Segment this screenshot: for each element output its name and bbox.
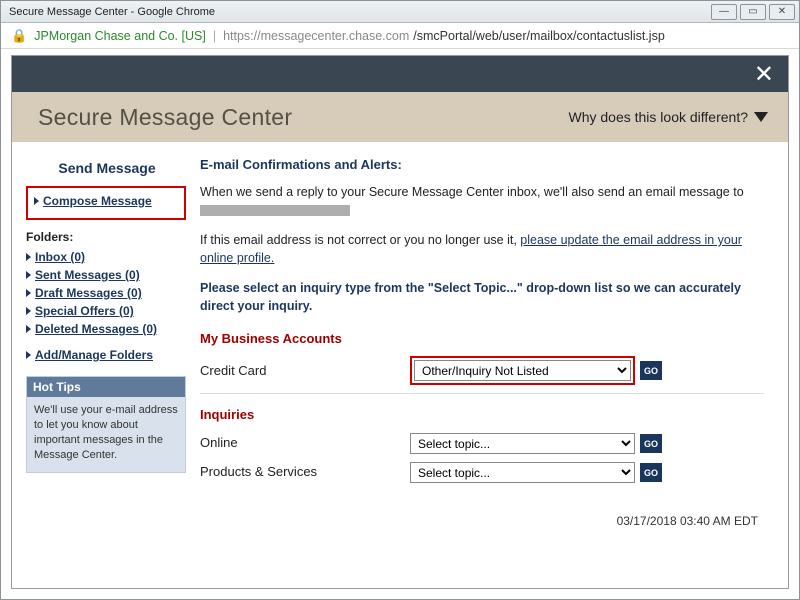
select-credit-card[interactable]: Other/Inquiry Not Listed <box>414 360 631 381</box>
hot-tips-box: Hot Tips We'll use your e-mail address t… <box>26 376 186 473</box>
why-different-link[interactable]: Why does this look different? <box>568 109 768 125</box>
maximize-button[interactable]: ▭ <box>740 4 766 20</box>
url-separator: | <box>213 29 216 43</box>
lock-icon: 🔒 <box>11 28 27 44</box>
divider <box>200 393 764 394</box>
caret-right-icon <box>26 271 31 279</box>
confirmations-heading: E-mail Confirmations and Alerts: <box>200 156 764 175</box>
page-header: Secure Message Center Why does this look… <box>12 92 788 142</box>
section-business-accounts: My Business Accounts <box>200 330 764 349</box>
minimize-button[interactable]: — <box>711 4 737 20</box>
select-products[interactable]: Select topic... <box>410 462 635 483</box>
dark-header-bar: ✕ <box>12 56 788 92</box>
caret-right-icon <box>26 253 31 261</box>
label-products: Products & Services <box>200 463 410 482</box>
go-button-products[interactable]: GO <box>640 463 662 482</box>
folder-inbox[interactable]: Inbox (0) <box>35 250 85 264</box>
row-credit-card: Credit Card Other/Inquiry Not Listed GO <box>200 356 764 385</box>
para-reply-info: When we send a reply to your Secure Mess… <box>200 183 764 219</box>
window-title: Secure Message Center - Google Chrome <box>9 6 215 18</box>
select-credit-card-wrap: Other/Inquiry Not Listed <box>410 356 635 385</box>
page-frame: ✕ Secure Message Center Why does this lo… <box>11 55 789 589</box>
chevron-down-icon <box>754 112 768 122</box>
address-bar[interactable]: 🔒 JPMorgan Chase and Co. [US] | https://… <box>1 23 799 49</box>
folder-drafts[interactable]: Draft Messages (0) <box>35 286 142 300</box>
para-update-email: If this email address is not correct or … <box>200 231 764 267</box>
add-manage-folders: Add/Manage Folders <box>26 348 186 362</box>
caret-right-icon <box>26 307 31 315</box>
caret-right-icon <box>26 289 31 297</box>
go-button-online[interactable]: GO <box>640 434 662 453</box>
url-path: /smcPortal/web/user/mailbox/contactuslis… <box>413 29 664 43</box>
para1-text: When we send a reply to your Secure Mess… <box>200 185 744 199</box>
browser-window: Secure Message Center - Google Chrome — … <box>0 0 800 600</box>
ev-org-label: JPMorgan Chase and Co. [US] <box>34 29 206 43</box>
hot-tips-body: We'll use your e-mail address to let you… <box>27 397 185 472</box>
titlebar: Secure Message Center - Google Chrome — … <box>1 1 799 23</box>
url-host: https://messagecenter.chase.com <box>223 29 409 43</box>
row-products: Products & Services Select topic... GO <box>200 462 764 483</box>
close-icon[interactable]: ✕ <box>754 60 774 89</box>
row-online: Online Select topic... GO <box>200 433 764 454</box>
para2-text: If this email address is not correct or … <box>200 233 520 247</box>
instruction-text: Please select an inquiry type from the "… <box>200 279 764 315</box>
folder-special[interactable]: Special Offers (0) <box>35 304 134 318</box>
go-button-credit-card[interactable]: GO <box>640 361 662 380</box>
close-window-button[interactable]: ✕ <box>769 4 795 20</box>
label-online: Online <box>200 434 410 453</box>
add-manage-link[interactable]: Add/Manage Folders <box>35 348 153 362</box>
caret-right-icon <box>26 325 31 333</box>
select-online[interactable]: Select topic... <box>410 433 635 454</box>
compose-message-link[interactable]: Compose Message <box>43 194 152 208</box>
folder-deleted[interactable]: Deleted Messages (0) <box>35 322 157 336</box>
section-inquiries: Inquiries <box>200 406 764 425</box>
folder-list: Inbox (0) Sent Messages (0) Draft Messag… <box>26 250 186 336</box>
redacted-email <box>200 205 350 216</box>
folders-label: Folders: <box>26 230 186 244</box>
select-products-wrap: Select topic... <box>410 462 635 483</box>
page-title: Secure Message Center <box>38 104 292 131</box>
why-different-label: Why does this look different? <box>568 109 748 125</box>
select-online-wrap: Select topic... <box>410 433 635 454</box>
sidebar: Send Message Compose Message Folders: In… <box>26 156 186 578</box>
hot-tips-header: Hot Tips <box>27 377 185 397</box>
main-content: E-mail Confirmations and Alerts: When we… <box>200 156 764 578</box>
caret-right-icon <box>26 351 31 359</box>
folder-sent[interactable]: Sent Messages (0) <box>35 268 140 282</box>
timestamp: 03/17/2018 03:40 AM EDT <box>200 513 764 530</box>
label-credit-card: Credit Card <box>200 362 410 381</box>
sidebar-title: Send Message <box>28 160 186 176</box>
caret-right-icon <box>34 197 39 205</box>
compose-box: Compose Message <box>26 186 186 220</box>
